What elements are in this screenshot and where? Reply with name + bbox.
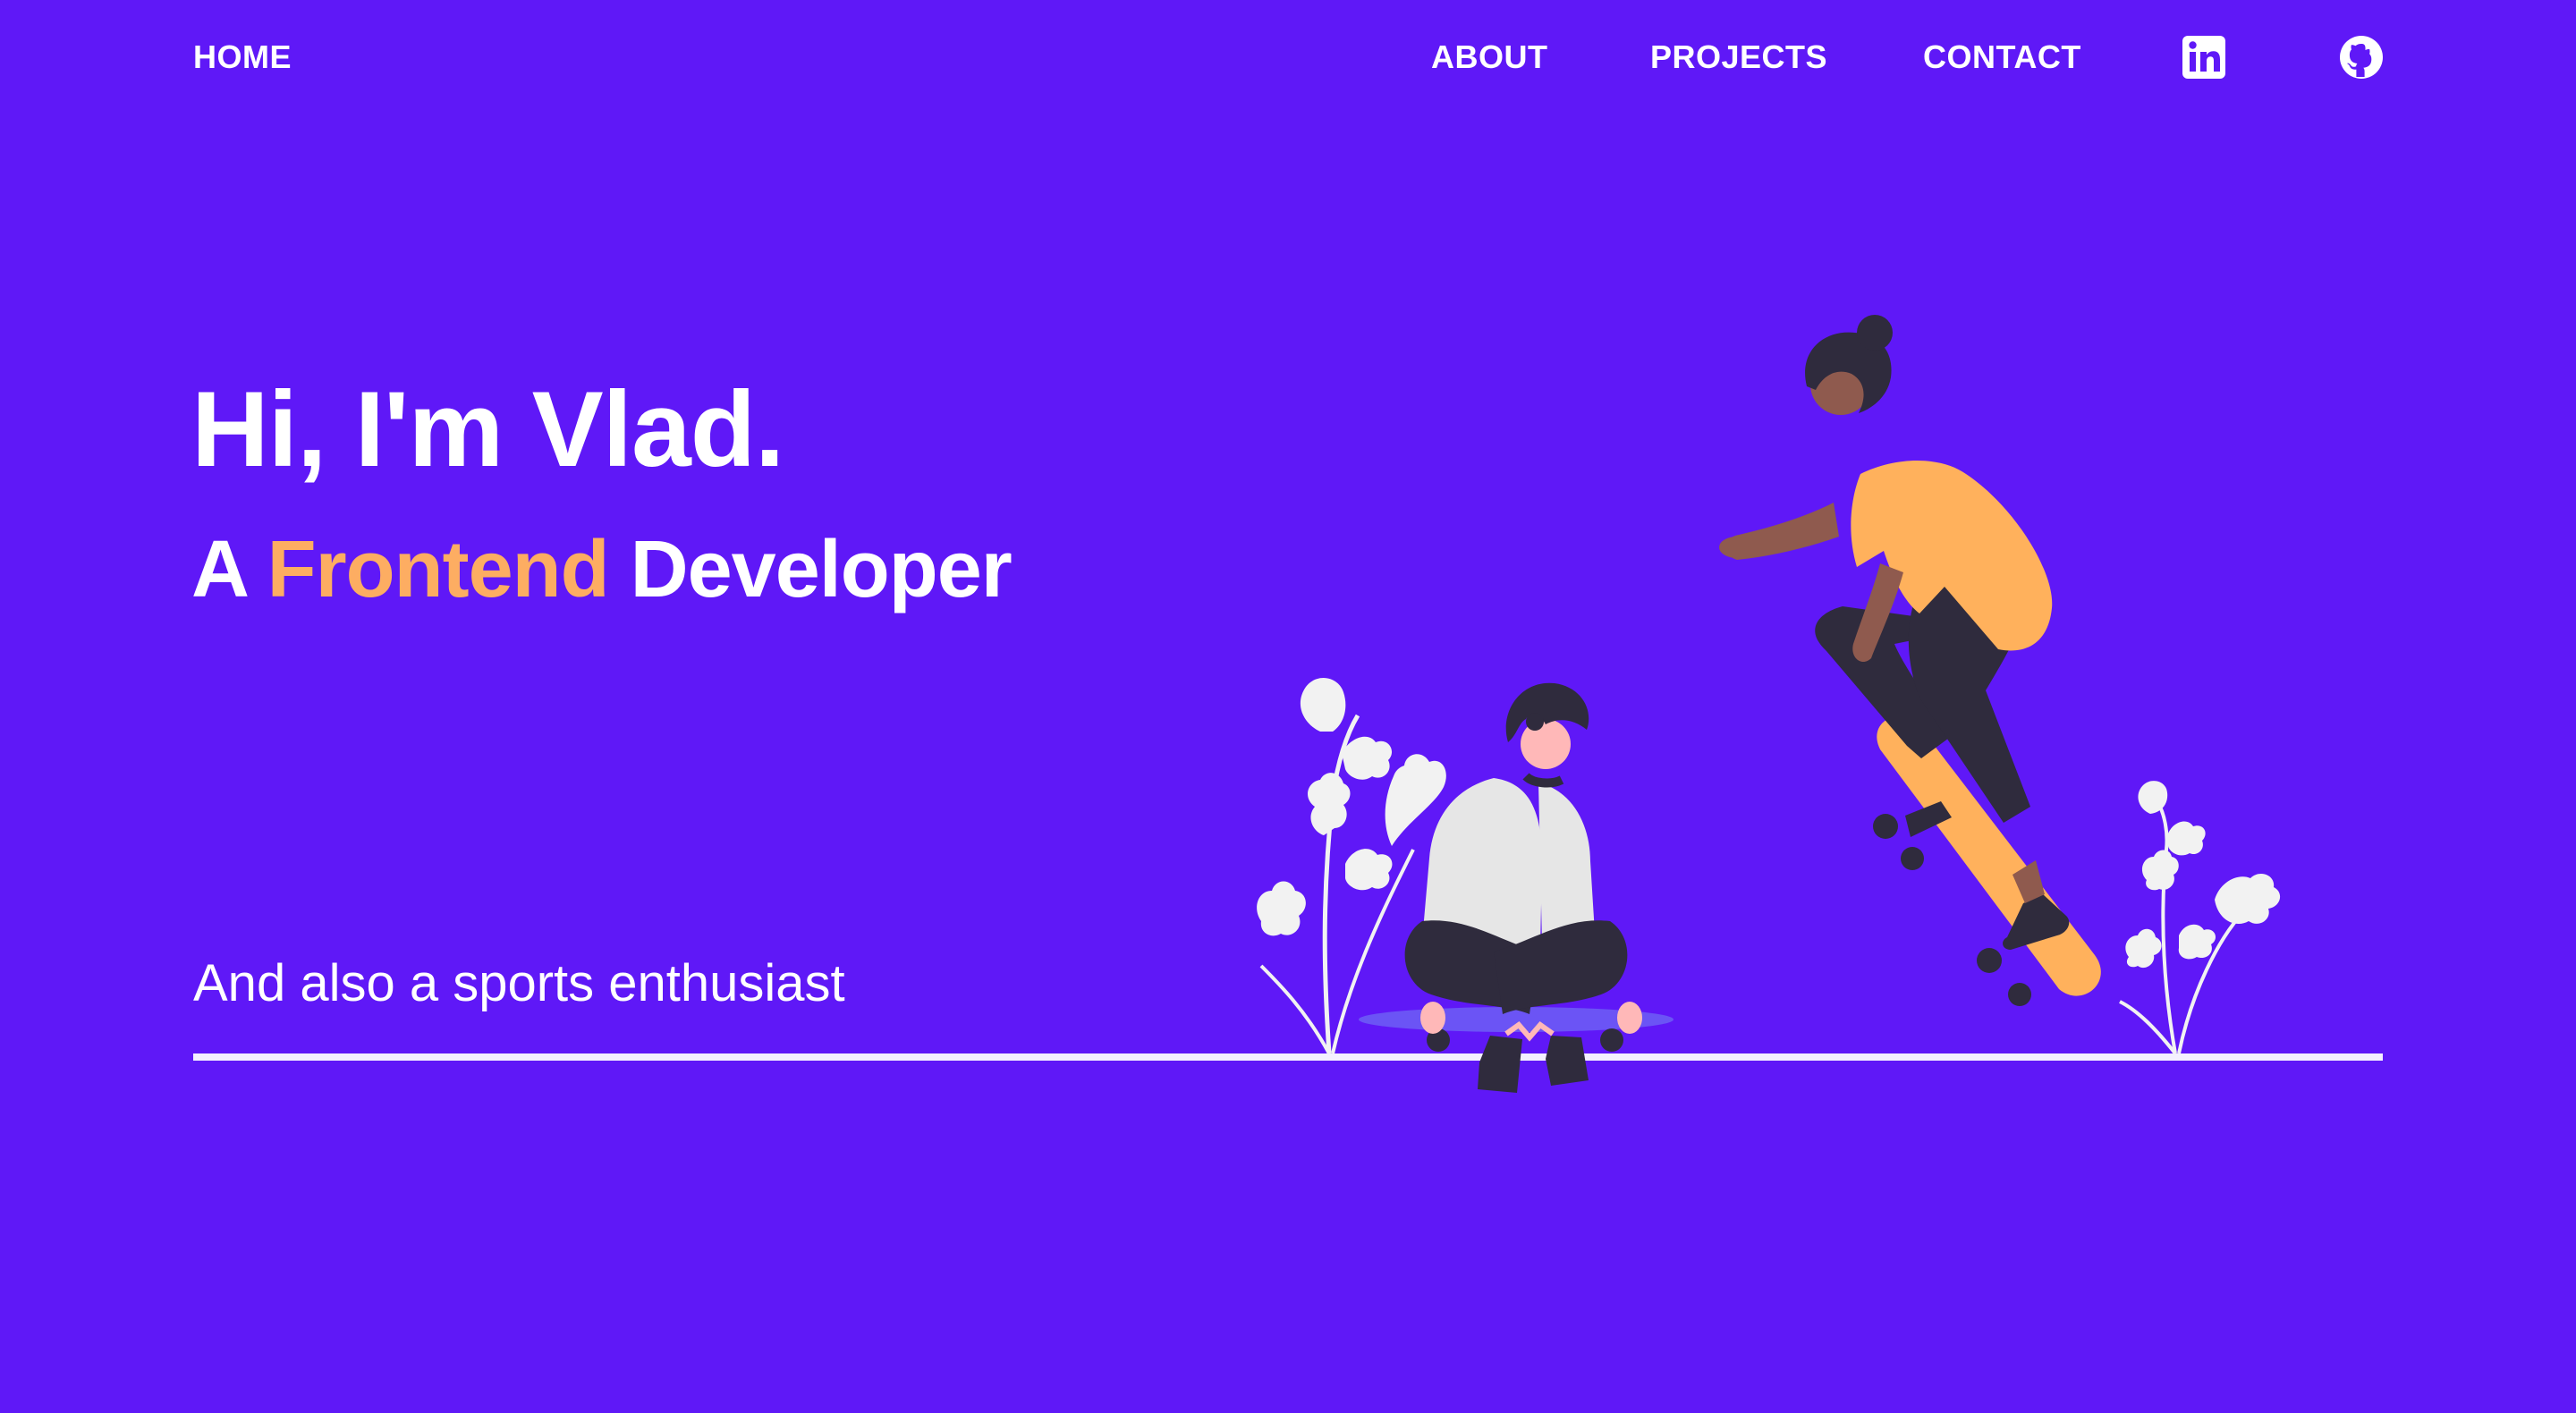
github-link[interactable] (2338, 34, 2385, 80)
nav-projects-link[interactable]: PROJECTS (1650, 38, 1827, 77)
jumping-skater-icon (1719, 315, 2101, 1006)
linkedin-link[interactable] (2181, 34, 2227, 80)
hero-title: Hi, I'm Vlad. (191, 369, 784, 489)
github-icon (2340, 36, 2383, 79)
page: HOME ABOUT PROJECTS CONTACT Hi, I'm Vlad… (0, 0, 2576, 1413)
sitting-person-icon (1359, 682, 1674, 1093)
plant-right-icon (2119, 781, 2281, 1055)
plant-left-icon (1257, 677, 1446, 1054)
hero-tagline: And also a sports enthusiast (193, 954, 845, 1012)
skateboarders-illustration (1257, 315, 2281, 1093)
nav-home-link[interactable]: HOME (193, 38, 292, 77)
subtitle-suffix: Developer (630, 525, 1013, 614)
linkedin-icon (2182, 36, 2225, 79)
nav-contact-link[interactable]: CONTACT (1923, 38, 2081, 77)
subtitle-accent: Frontend (267, 525, 610, 614)
subtitle-prefix: A (191, 525, 247, 614)
nav-about-link[interactable]: ABOUT (1431, 38, 1548, 77)
hero-subtitle: A Frontend Developer (191, 520, 1013, 619)
top-nav: HOME ABOUT PROJECTS CONTACT (0, 0, 2576, 116)
